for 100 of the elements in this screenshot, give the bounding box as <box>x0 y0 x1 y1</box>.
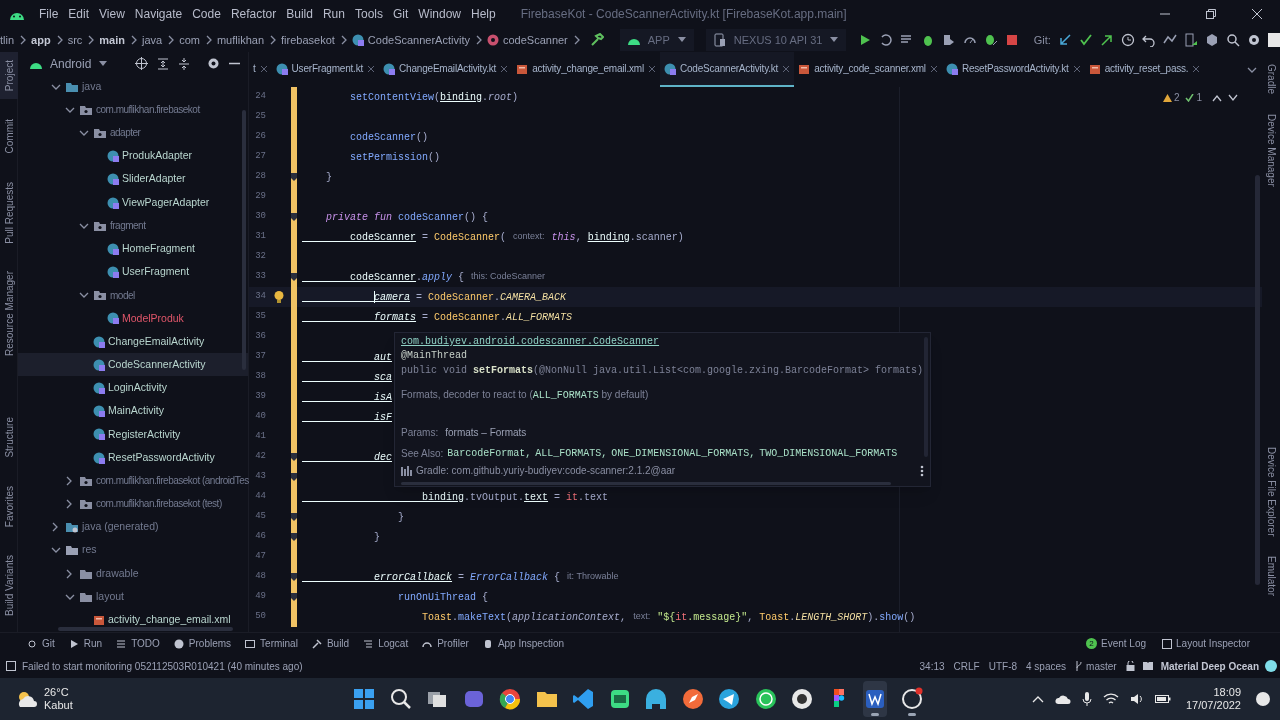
tool-window-tab[interactable]: Pull Requests <box>0 173 18 252</box>
menu-item[interactable]: Tools <box>349 5 388 23</box>
tool-window-tab[interactable]: Gradle <box>1262 60 1280 98</box>
menu-item[interactable]: File <box>34 5 64 23</box>
tree-item[interactable]: com.muflikhan.firebasekot (test) <box>18 492 248 516</box>
tree-item[interactable]: MainActivity <box>18 399 248 423</box>
layout-inspector-button[interactable]: Layout Inspector <box>1162 636 1250 651</box>
breadcrumb[interactable]: tlin <box>0 31 15 49</box>
tool-window-tab[interactable]: Device Manager <box>1262 110 1280 191</box>
tree-item[interactable]: ProdukAdapter <box>18 144 248 168</box>
tool-window-tab[interactable]: Emulator <box>1262 552 1280 600</box>
tool-window-tab[interactable]: Project <box>0 52 18 100</box>
tree-item[interactable]: LoginActivity <box>18 376 248 400</box>
tool-window-button[interactable]: Run <box>61 636 110 651</box>
project-view-dropdown[interactable]: Android <box>30 54 108 73</box>
tree-item[interactable]: com.muflikhan.firebasekot (androidTes <box>18 469 248 493</box>
tool-window-button[interactable]: Terminal <box>238 636 305 651</box>
breadcrumb[interactable]: app <box>31 31 51 49</box>
status-item[interactable]: 4 spaces <box>1026 658 1067 674</box>
status-item[interactable]: UTF-8 <box>988 658 1018 674</box>
menu-item[interactable]: Window <box>413 5 466 23</box>
menu-item[interactable]: Git <box>387 5 414 23</box>
tool-window-button[interactable]: Build <box>304 636 357 651</box>
line-number: 38 <box>254 370 266 384</box>
inspection-counter[interactable]: 2 <box>1162 90 1180 105</box>
editor-tab[interactable]: activity_change_email.xml <box>512 52 660 87</box>
menu-item[interactable]: Help <box>466 5 501 23</box>
tool-window-tab[interactable]: Structure <box>0 409 18 466</box>
see-also-link[interactable]: ALL_FORMATS, <box>535 447 608 461</box>
tool-window-tab[interactable]: Favorites <box>0 477 18 536</box>
line-number: 33 <box>254 270 266 284</box>
tool-window-button[interactable]: App Inspection <box>475 636 572 651</box>
menu-item[interactable]: Build <box>281 5 318 23</box>
tree-item[interactable]: res <box>18 538 248 562</box>
tree-item[interactable]: HomeFragment <box>18 237 248 261</box>
tree-item[interactable]: CodeScannerActivity <box>18 353 248 377</box>
device-dropdown[interactable]: NEXUS 10 API 31 <box>705 29 846 51</box>
tool-window-button[interactable]: Profiler <box>415 636 476 651</box>
tool-window-tab[interactable]: Build Variants <box>0 547 18 624</box>
tree-item[interactable]: SliderAdapter <box>18 167 248 191</box>
breadcrumb[interactable]: src <box>67 31 83 49</box>
tree-item[interactable]: drawable <box>18 561 248 586</box>
status-item[interactable]: CRLF <box>953 658 980 674</box>
editor-tab[interactable]: ResetPasswordActivity.kt <box>941 52 1085 87</box>
event-log-button[interactable]: 2 Event Log <box>1086 636 1147 651</box>
editor-tab[interactable]: activity_code_scanner.xml <box>794 52 942 87</box>
line-number: 26 <box>254 130 266 144</box>
tree-item[interactable]: ChangeEmailActivity <box>18 330 248 354</box>
breadcrumb[interactable]: main <box>99 31 125 49</box>
tree-item[interactable]: ViewPagerAdapter <box>18 190 248 215</box>
branch-widget[interactable]: master <box>1075 658 1117 674</box>
tool-window-button[interactable]: TODO <box>109 636 167 651</box>
tree-item[interactable]: java <box>18 75 248 99</box>
editor-tab[interactable]: UserFragment.kt <box>271 52 380 87</box>
tree-item[interactable]: adapter <box>18 121 248 145</box>
tree-item[interactable]: UserFragment <box>18 260 248 284</box>
breadcrumb[interactable]: java <box>142 31 163 49</box>
line-number: 36 <box>254 330 266 344</box>
tree-item[interactable]: ResetPasswordActivity <box>18 446 248 470</box>
theme-name[interactable]: Material Deep Ocean <box>1160 658 1259 674</box>
tree-item[interactable]: activity_change_email.xml <box>18 608 248 632</box>
menu-item[interactable]: View <box>94 5 130 23</box>
menu-item[interactable]: Code <box>187 5 226 23</box>
tool-window-button[interactable]: Git <box>20 636 62 651</box>
editor-tab[interactable]: ChangeEmailActivity.kt <box>379 52 513 87</box>
editor-tab[interactable]: t <box>249 52 272 87</box>
code-line: binding.tvOutput.text = it.text <box>421 490 609 505</box>
tree-item[interactable]: java (generated) <box>18 515 248 539</box>
class-link[interactable]: com.budiyev.android.codescanner.CodeScanner <box>401 335 660 349</box>
menu-item[interactable]: Run <box>317 5 350 23</box>
breadcrumb[interactable]: CodeScannerActivity <box>367 31 470 49</box>
tree-item[interactable]: model <box>18 283 248 307</box>
breadcrumb[interactable]: muflikhan <box>216 31 265 49</box>
code-line: aut <box>373 350 392 365</box>
tool-window-tab[interactable]: Device File Explorer <box>1262 442 1280 540</box>
tool-window-tab[interactable]: Resource Manager <box>0 263 18 365</box>
tool-window-button[interactable]: Logcat <box>356 636 416 651</box>
menu-item[interactable]: Navigate <box>129 5 188 23</box>
tree-item[interactable]: fragment <box>18 214 248 238</box>
editor-tab[interactable]: CodeScannerActivity.kt <box>659 52 795 87</box>
breadcrumb[interactable]: com <box>179 31 200 49</box>
menu-item[interactable]: Edit <box>63 5 95 23</box>
see-also-link[interactable]: ONE_DIMENSIONAL_FORMATS, <box>611 447 756 461</box>
clock[interactable]: 18:09 17/07/2022 <box>1185 686 1241 712</box>
tree-item[interactable]: layout <box>18 585 248 609</box>
menu-item[interactable]: Refactor <box>225 5 282 23</box>
line-number: 39 <box>254 390 266 404</box>
breadcrumb[interactable]: codeScanner <box>502 31 568 49</box>
tool-window-button[interactable]: Problems <box>166 636 239 651</box>
tree-item[interactable]: ModelProduk <box>18 306 248 331</box>
tree-item[interactable]: com.muflikhan.firebasekot <box>18 98 248 122</box>
inspection-counter[interactable]: 1 <box>1185 90 1202 105</box>
line-number: 43 <box>254 470 266 484</box>
see-also-link[interactable]: TWO_DIMENSIONAL_FORMATS <box>759 447 898 461</box>
tree-item[interactable]: RegisterActivity <box>18 422 248 446</box>
breadcrumb[interactable]: firebasekot <box>281 31 335 49</box>
status-item[interactable]: 34:13 <box>919 658 945 674</box>
tool-window-tab[interactable]: Commit <box>0 111 18 162</box>
see-also-link[interactable]: BarcodeFormat, <box>447 447 532 461</box>
editor-tab[interactable]: activity_reset_pass. <box>1084 52 1205 87</box>
